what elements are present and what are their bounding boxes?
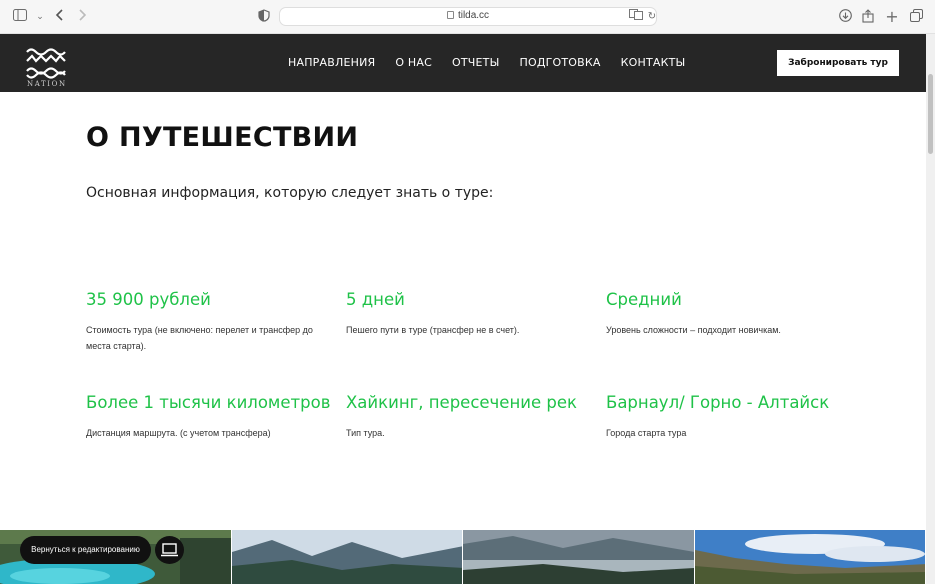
page-subtitle: Основная информация, которую следует зна… <box>86 185 494 201</box>
shield-icon[interactable] <box>256 9 272 25</box>
fact-distance: Более 1 тысячи километров Дистанция марш… <box>86 393 331 441</box>
address-bar[interactable]: tilda.cc ↻ <box>279 7 657 26</box>
logo-text: NATION <box>27 80 67 88</box>
tabs-icon[interactable] <box>908 9 924 25</box>
translate-icon[interactable] <box>628 9 644 25</box>
page-title: О ПУТЕШЕСТВИИ <box>86 122 359 153</box>
photo-valley-sky[interactable] <box>694 530 926 584</box>
fact-description: Пешего пути в туре (трансфер не в счет). <box>346 325 520 335</box>
fact-title: Барнаул/ Горно - Алтайск <box>606 393 830 412</box>
fact-description: Стоимость тура (не включено: перелет и т… <box>86 325 313 351</box>
nav-reports[interactable]: ОТЧЕТЫ <box>452 56 500 69</box>
page-scrollbar[interactable] <box>926 34 935 584</box>
site-header: NATION НАПРАВЛЕНИЯ О НАС ОТЧЕТЫ ПОДГОТОВ… <box>0 34 926 92</box>
share-icon[interactable] <box>860 9 876 25</box>
nav-about[interactable]: О НАС <box>395 56 432 69</box>
fact-start-cities: Барнаул/ Горно - Алтайск Города старта т… <box>606 393 846 441</box>
fact-type: Хайкинг, пересечение рек Тип тура. <box>346 393 586 441</box>
fact-title: Хайкинг, пересечение рек <box>346 393 577 412</box>
reload-icon[interactable]: ↻ <box>644 9 660 25</box>
lock-icon <box>446 11 454 19</box>
forward-icon[interactable] <box>74 9 90 25</box>
book-tour-button[interactable]: Забронировать тур <box>777 50 899 76</box>
sidebar-icon[interactable] <box>12 9 28 25</box>
browser-toolbar: ⌄ tilda.cc ↻ + <box>0 0 935 34</box>
laptop-icon <box>161 543 178 557</box>
back-to-editing-button[interactable]: Вернуться к редактированию <box>20 536 151 564</box>
fact-price: 35 900 рублей Стоимость тура (не включен… <box>86 290 326 354</box>
fact-description: Города старта тура <box>606 428 687 438</box>
photo-mountains[interactable] <box>231 530 463 584</box>
fact-description: Дистанция маршрута. (с учетом трансфера) <box>86 428 271 438</box>
scroll-thumb[interactable] <box>928 74 933 154</box>
fact-duration: 5 дней Пешего пути в туре (трансфер не в… <box>346 290 586 338</box>
fact-title: 5 дней <box>346 290 405 309</box>
new-tab-icon[interactable]: + <box>884 9 900 25</box>
fact-description: Тип тура. <box>346 428 385 438</box>
fact-difficulty: Средний Уровень сложности – подходит нов… <box>606 290 846 338</box>
device-preview-button[interactable] <box>155 536 184 564</box>
nav-directions[interactable]: НАПРАВЛЕНИЯ <box>288 56 375 69</box>
photo-river-valley[interactable] <box>463 530 695 584</box>
back-icon[interactable] <box>52 9 68 25</box>
main-nav: НАПРАВЛЕНИЯ О НАС ОТЧЕТЫ ПОДГОТОВКА КОНТ… <box>288 56 705 69</box>
fact-title: 35 900 рублей <box>86 290 211 309</box>
chevron-down-icon[interactable]: ⌄ <box>32 9 48 25</box>
fact-description: Уровень сложности – подходит новичкам. <box>606 325 781 335</box>
fact-title: Средний <box>606 290 682 309</box>
fact-title: Более 1 тысячи километров <box>86 393 331 412</box>
nav-preparation[interactable]: ПОДГОТОВКА <box>519 56 600 69</box>
download-icon[interactable] <box>837 9 853 25</box>
nav-contacts[interactable]: КОНТАКТЫ <box>621 56 686 69</box>
url-text: tilda.cc <box>457 10 490 21</box>
